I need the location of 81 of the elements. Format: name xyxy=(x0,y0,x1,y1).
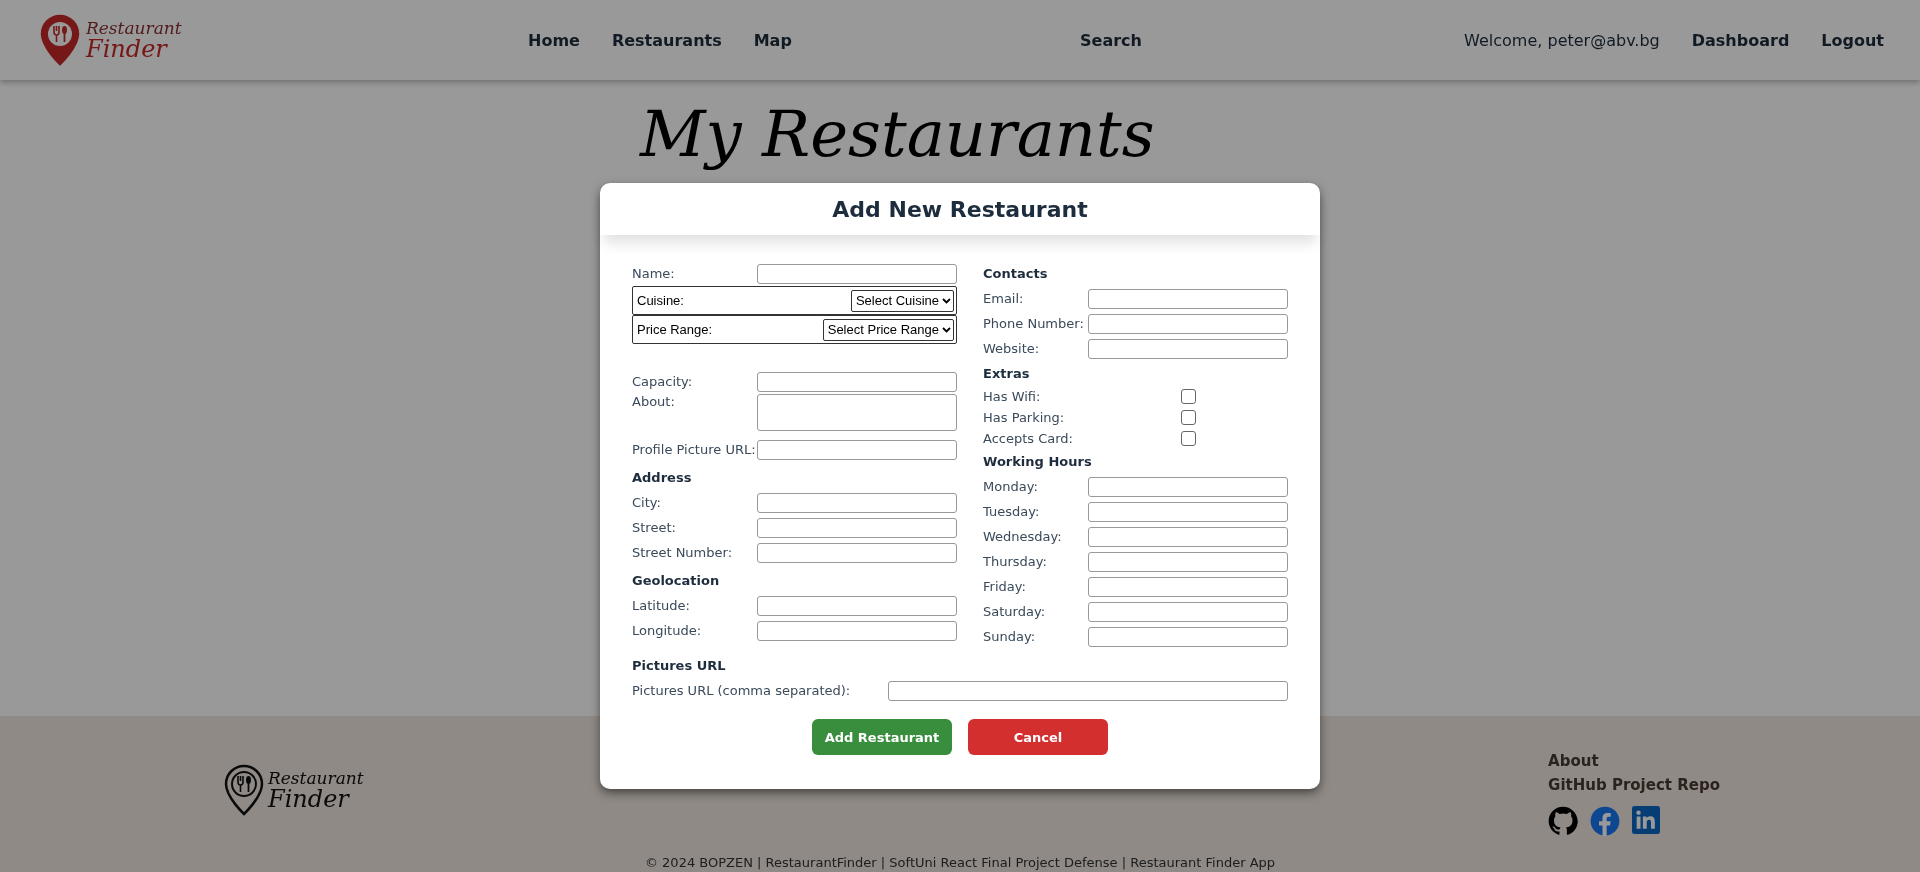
input-field[interactable] xyxy=(757,263,957,284)
field-label: City: xyxy=(632,495,662,510)
field-label: Has Parking: xyxy=(983,410,1066,425)
input-field[interactable] xyxy=(1088,626,1288,647)
nav-link[interactable]: Map xyxy=(753,30,792,50)
input-field[interactable] xyxy=(1088,576,1288,597)
field-label: Friday: xyxy=(983,579,1027,594)
page-title: My Restaurants xyxy=(640,97,1155,171)
text-area[interactable] xyxy=(757,394,957,431)
field-label: Longitude: xyxy=(632,623,703,638)
footer-link[interactable]: GitHub Project Repo xyxy=(1548,776,1720,794)
field-label: Phone Number: xyxy=(983,316,1085,331)
logo-text[interactable]: Finder xyxy=(268,786,364,811)
dropdown[interactable]: Select Cuisine xyxy=(850,289,954,312)
copyright-text: © 2024 BOPZEN | RestaurantFinder | SoftUni React Final Project Defense | Restaurant Finder App xyxy=(644,855,1276,870)
linkedin-icon[interactable] xyxy=(1632,806,1661,834)
field-label: Name: xyxy=(632,266,676,281)
input-field[interactable] xyxy=(1088,476,1288,497)
field-label: Capacity: xyxy=(632,374,694,389)
field-label: Street: xyxy=(632,520,677,535)
section-heading: Extras xyxy=(983,366,1030,381)
field-label: Street Number: xyxy=(632,545,733,560)
field-label: Thursday: xyxy=(983,554,1048,569)
input-field[interactable] xyxy=(1088,313,1288,334)
field-label: Sunday: xyxy=(983,629,1037,644)
dropdown[interactable]: Select Price Range xyxy=(822,318,954,341)
field-label: Has Wifi: xyxy=(983,389,1042,404)
submit-button[interactable]: Add Restaurant xyxy=(812,719,952,755)
input-field[interactable] xyxy=(757,517,957,538)
field-label: Email: xyxy=(983,291,1025,306)
input-field[interactable] xyxy=(757,371,957,392)
field-label: Wednesday: xyxy=(983,529,1063,544)
logo-pin-icon xyxy=(40,14,80,66)
input-field[interactable] xyxy=(1088,601,1288,622)
field-label: Saturday: xyxy=(983,604,1047,619)
checkbox[interactable] xyxy=(1180,431,1196,446)
nav-link[interactable]: Logout xyxy=(1821,30,1884,50)
input-field[interactable] xyxy=(757,620,957,641)
nav-link[interactable]: Search xyxy=(1080,30,1142,50)
input-field[interactable] xyxy=(1088,551,1288,572)
field-label: Accepts Card: xyxy=(983,431,1074,446)
logo-text[interactable]: Restaurant xyxy=(86,19,182,37)
caret-icon xyxy=(942,326,951,333)
nav-link[interactable]: Dashboard xyxy=(1691,30,1790,50)
input-field[interactable] xyxy=(757,595,957,616)
modal-title: Add New Restaurant xyxy=(832,196,1088,222)
field-label: Cuisine: xyxy=(637,293,684,308)
input-field[interactable] xyxy=(1088,526,1288,547)
nav-link[interactable]: Restaurants xyxy=(611,30,722,50)
field-label: Price Range: xyxy=(637,322,713,337)
caret-icon xyxy=(942,297,951,304)
welcome-text: Welcome, peter@abv.bg xyxy=(1464,30,1660,50)
field-label: Profile Picture URL: xyxy=(632,442,757,457)
cancel-button[interactable]: Cancel xyxy=(968,719,1108,755)
checkbox[interactable] xyxy=(1180,389,1196,404)
facebook-icon[interactable] xyxy=(1590,806,1621,836)
input-field[interactable] xyxy=(757,542,957,563)
field-label: Website: xyxy=(983,341,1041,356)
field-label: Tuesday: xyxy=(983,504,1041,519)
footer-link[interactable]: About xyxy=(1548,752,1720,770)
input-field[interactable] xyxy=(757,439,957,460)
section-heading: Pictures URL xyxy=(632,658,726,673)
input-field[interactable] xyxy=(888,680,1288,701)
checkbox[interactable] xyxy=(1180,410,1196,425)
input-field[interactable] xyxy=(1088,338,1288,359)
section-heading: Working Hours xyxy=(983,454,1092,469)
section-heading: Contacts xyxy=(983,266,1048,281)
section-heading: Geolocation xyxy=(632,573,720,588)
github-icon[interactable] xyxy=(1548,806,1579,836)
input-field[interactable] xyxy=(1088,288,1288,309)
field-label: Monday: xyxy=(983,479,1039,494)
field-label: Pictures URL (comma separated): xyxy=(632,683,852,698)
input-field[interactable] xyxy=(1088,501,1288,522)
input-field[interactable] xyxy=(757,492,957,513)
field-label: Latitude: xyxy=(632,598,691,613)
logo-text[interactable]: Finder xyxy=(86,36,182,61)
section-heading: Address xyxy=(632,470,692,485)
nav-link[interactable]: Home xyxy=(528,30,580,50)
field-label: About: xyxy=(632,394,676,409)
logo-pin-icon xyxy=(224,764,264,816)
logo-text[interactable]: Restaurant xyxy=(268,769,364,787)
